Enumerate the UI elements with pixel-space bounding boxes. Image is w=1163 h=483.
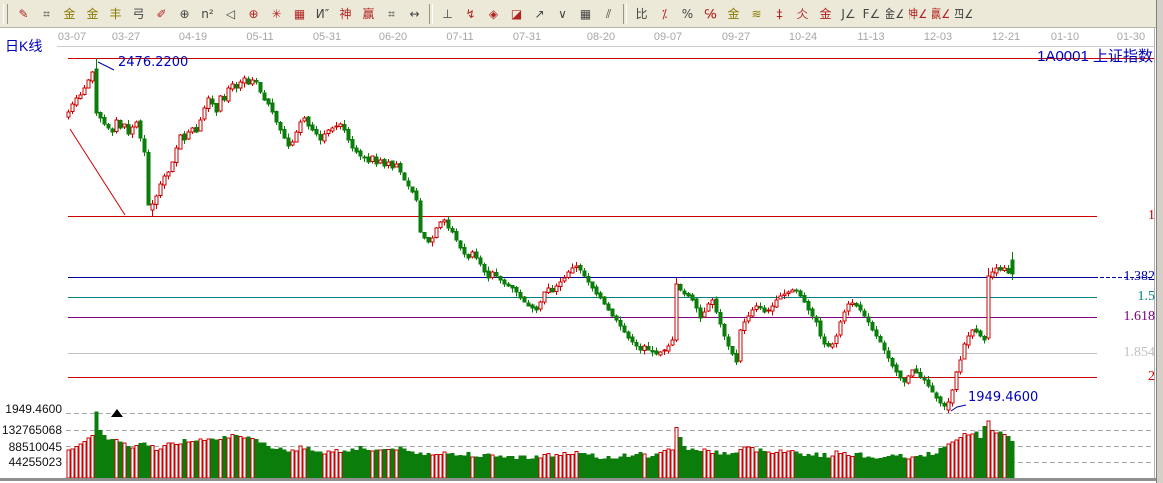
- axis-date-label: 11-13: [849, 31, 893, 43]
- axis-date-label: 05-31: [305, 31, 349, 43]
- period-label[interactable]: 日K线: [5, 36, 42, 56]
- golden-level-label: 1.618: [1095, 310, 1155, 324]
- axis-date-label: 10-24: [781, 31, 825, 43]
- volume-layer: [67, 412, 1014, 478]
- axis-date-label: 01-10: [1043, 31, 1087, 43]
- chart-canvas[interactable]: [0, 0, 1163, 483]
- trough-price-annotation[interactable]: 1949.4600: [968, 390, 1038, 405]
- volume-scale-label: 132765068: [0, 423, 62, 437]
- golden-level-label: 1: [1095, 209, 1155, 223]
- pane-divider[interactable]: [0, 478, 1163, 481]
- axis-date-label: 12-21: [984, 31, 1028, 43]
- volume-scale-label: 1949.4600: [0, 402, 62, 416]
- volume-scale-label: 88510045: [0, 440, 62, 454]
- golden-level-label: 1.382: [1095, 270, 1155, 284]
- symbol-title: 1A0001 上证指数: [1037, 45, 1153, 66]
- window-right-border: [1156, 0, 1163, 483]
- golden-level-label: 1.5: [1095, 290, 1155, 304]
- golden-level-label: 1.854: [1095, 346, 1155, 360]
- axis-date-label: 07-11: [438, 31, 482, 43]
- volume-scale-label: 44255023: [0, 455, 62, 469]
- axis-date-label: 06-20: [371, 31, 415, 43]
- axis-date-label: 12-03: [916, 31, 960, 43]
- axis-date-label: 09-07: [646, 31, 690, 43]
- axis-date-label: 05-11: [238, 31, 282, 43]
- candles-layer: [67, 58, 1014, 413]
- golden-level-label: 2: [1095, 370, 1155, 384]
- axis-date-label: 03-07: [50, 31, 94, 43]
- axis-date-label: 04-19: [171, 31, 215, 43]
- axis-date-label: 01-30: [1109, 31, 1153, 43]
- triangle-marker[interactable]: [111, 409, 123, 417]
- axis-date-label: 09-27: [714, 31, 758, 43]
- axis-date-label: 08-20: [579, 31, 623, 43]
- peak-price-annotation[interactable]: 2476.2200: [118, 55, 188, 70]
- axis-date-label: 07-31: [505, 31, 549, 43]
- axis-date-label: 03-27: [104, 31, 148, 43]
